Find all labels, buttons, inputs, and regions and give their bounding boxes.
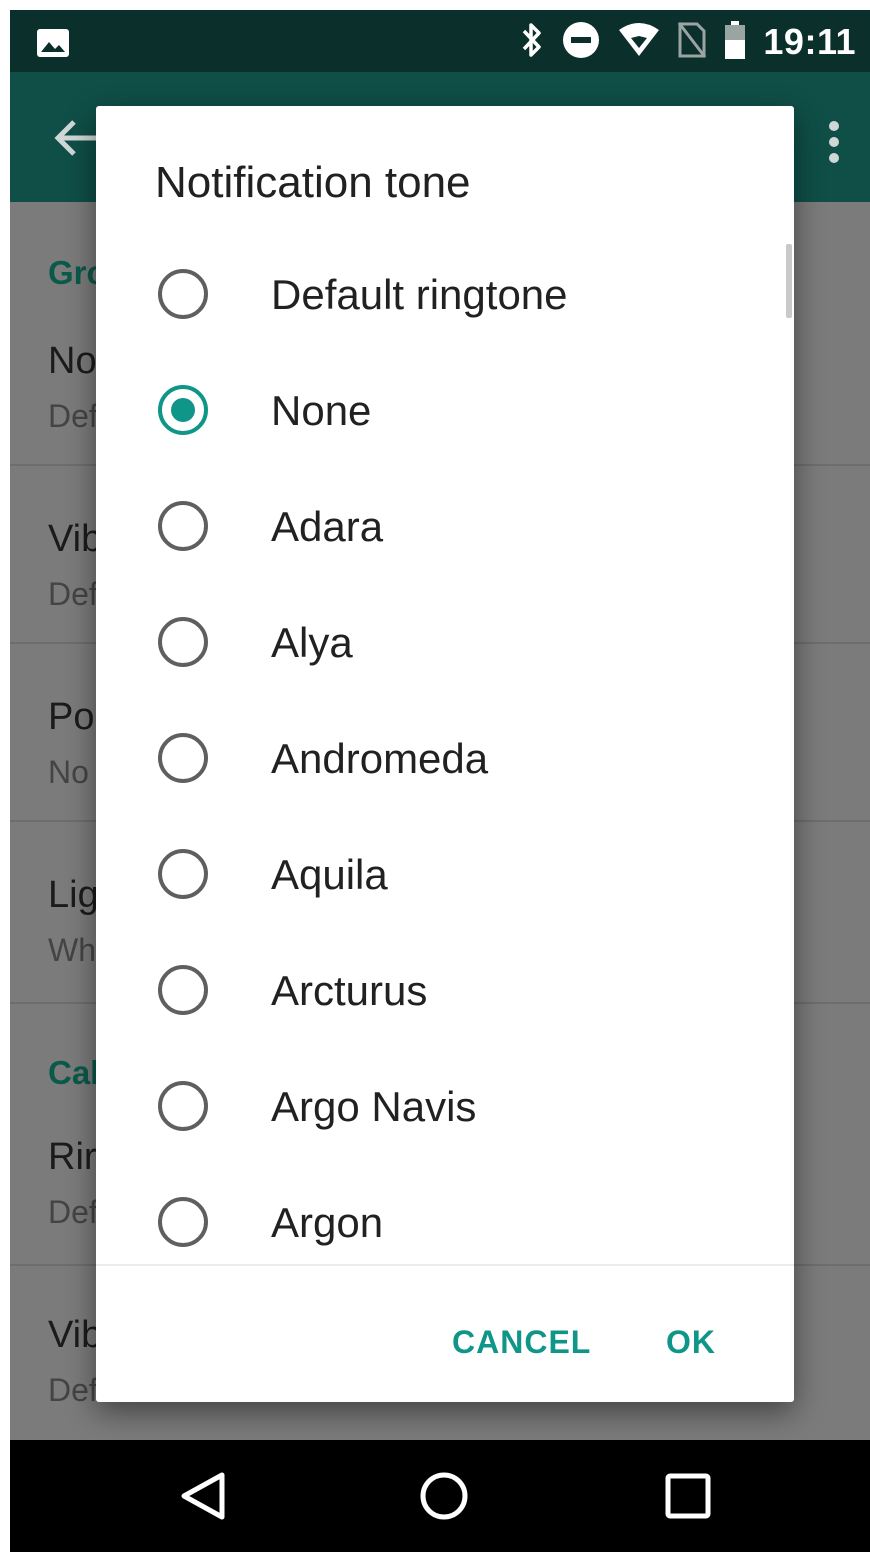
tone-option-label: None: [271, 387, 372, 434]
clock-time: 19:11: [763, 21, 856, 62]
settings-item-title[interactable]: Lig: [48, 874, 99, 917]
settings-item-title[interactable]: Vib: [48, 1314, 102, 1357]
settings-item-title[interactable]: No: [48, 340, 97, 383]
radio-button-unchecked[interactable]: [158, 849, 208, 899]
back-triangle-icon[interactable]: [178, 1470, 228, 1527]
no-sim-icon: [677, 21, 707, 64]
radio-button-unchecked[interactable]: [158, 1081, 208, 1131]
tone-list: Default ringtone None Adara Alya Androme…: [96, 236, 794, 1264]
tone-option[interactable]: Argon: [96, 1164, 794, 1264]
overflow-menu-icon[interactable]: [828, 120, 840, 169]
settings-item-subtitle: No: [48, 754, 89, 790]
radio-button-unchecked[interactable]: [158, 501, 208, 551]
tone-option-label: Aquila: [271, 851, 388, 898]
bluetooth-icon: [519, 20, 545, 65]
radio-button-unchecked[interactable]: [158, 733, 208, 783]
tone-option[interactable]: Adara: [96, 468, 794, 584]
dialog-title: Notification tone: [155, 158, 471, 207]
radio-button-unchecked[interactable]: [158, 965, 208, 1015]
ok-button[interactable]: OK: [666, 1324, 716, 1361]
scrollbar-thumb[interactable]: [786, 244, 792, 318]
tone-option[interactable]: Aquila: [96, 816, 794, 932]
recents-square-icon[interactable]: [664, 1470, 712, 1527]
navigation-bar: [10, 1440, 870, 1552]
settings-item-title[interactable]: Po: [48, 696, 94, 739]
image-icon: [36, 28, 70, 63]
cancel-button[interactable]: CANCEL: [452, 1324, 591, 1361]
battery-icon: [723, 20, 747, 65]
settings-item-subtitle: Def: [48, 1194, 98, 1230]
phone-screen: 19:11 Gro No Def Vib Def Po No Lig Wh Ca…: [10, 10, 870, 1552]
tone-option-label: Argon: [271, 1199, 384, 1246]
radio-button-checked[interactable]: [158, 385, 208, 435]
tone-option-label: Andromeda: [271, 735, 489, 782]
settings-item-subtitle: Def: [48, 398, 98, 434]
notification-tone-dialog: Notification tone Default ringtone None …: [96, 106, 794, 1402]
tone-option[interactable]: None: [96, 352, 794, 468]
tone-option-label: Alya: [271, 619, 353, 666]
settings-item-subtitle: Def: [48, 1372, 98, 1408]
settings-section-header: Cal: [48, 1054, 100, 1091]
tone-option[interactable]: Andromeda: [96, 700, 794, 816]
wifi-icon: [617, 22, 661, 63]
tone-option[interactable]: Alya: [96, 584, 794, 700]
settings-item-title[interactable]: Rir: [48, 1136, 97, 1179]
back-arrow-icon[interactable]: [54, 118, 98, 163]
tone-option-label: Argo Navis: [271, 1083, 477, 1130]
settings-item-title[interactable]: Vib: [48, 518, 102, 561]
radio-button-unchecked[interactable]: [158, 269, 208, 319]
radio-button-unchecked[interactable]: [158, 617, 208, 667]
radio-button-unchecked[interactable]: [158, 1197, 208, 1247]
settings-item-subtitle: Def: [48, 576, 98, 612]
status-icons: 19:11: [519, 20, 856, 64]
tone-option[interactable]: Default ringtone: [96, 236, 794, 352]
tone-option[interactable]: Arcturus: [96, 932, 794, 1048]
home-circle-icon[interactable]: [418, 1470, 470, 1527]
tone-option-label: Arcturus: [271, 967, 428, 1014]
dialog-divider: [96, 1264, 794, 1266]
tone-option-label: Default ringtone: [271, 271, 568, 318]
do-not-disturb-icon: [561, 20, 601, 65]
settings-item-subtitle: Wh: [48, 932, 96, 968]
tone-option-label: Adara: [271, 503, 384, 550]
status-bar: 19:11: [10, 10, 870, 72]
tone-option[interactable]: Argo Navis: [96, 1048, 794, 1164]
